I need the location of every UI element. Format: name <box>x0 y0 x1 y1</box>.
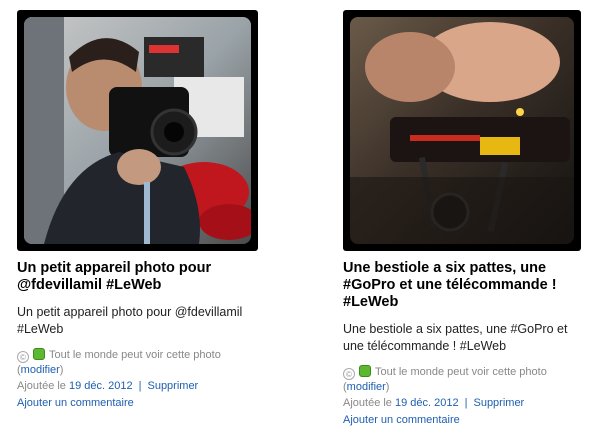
modify-permission-link[interactable]: modifier <box>347 381 386 393</box>
photo-card: Une bestiole a six pattes, une #GoPro et… <box>343 0 603 428</box>
added-label: Ajoutée le <box>343 397 392 409</box>
photo-card: Un petit appareil photo pour @fdevillami… <box>17 0 287 411</box>
creative-commons-icon[interactable]: © <box>343 368 355 380</box>
permission-text: Tout le monde peut voir cette photo <box>375 366 547 378</box>
date-link[interactable]: 19 déc. 2012 <box>69 380 133 392</box>
modify-permission-link[interactable]: modifier <box>21 364 60 376</box>
photo-image <box>24 17 251 244</box>
added-label: Ajoutée le <box>17 380 66 392</box>
photo-permission: © Tout le monde peut voir cette photo (mo… <box>343 365 547 393</box>
photo-title[interactable]: Une bestiole a six pattes, une #GoPro et… <box>343 260 583 311</box>
creative-commons-icon[interactable]: © <box>17 351 29 363</box>
permission-text: Tout le monde peut voir cette photo <box>49 349 221 361</box>
photo-description: Une bestiole a six pattes, une #GoPro et… <box>343 322 568 353</box>
separator: | <box>464 397 468 409</box>
public-green-square-icon <box>33 348 45 360</box>
photo-thumbnail-drone[interactable] <box>343 10 581 251</box>
add-comment-link[interactable]: Ajouter un commentaire <box>17 397 134 409</box>
photo-permission: © Tout le monde peut voir cette photo (mo… <box>17 348 221 376</box>
photo-meta: Ajoutée le 19 déc. 2012 | Supprimer <box>343 396 603 411</box>
photo-meta: Ajoutée le 19 déc. 2012 | Supprimer <box>17 379 287 394</box>
photo-title[interactable]: Un petit appareil photo pour @fdevillami… <box>17 260 257 294</box>
public-green-square-icon <box>359 365 371 377</box>
date-link[interactable]: 19 déc. 2012 <box>395 397 459 409</box>
delete-link[interactable]: Supprimer <box>473 397 524 409</box>
photo-description: Un petit appareil photo pour @fdevillami… <box>17 305 243 336</box>
photo-image <box>350 17 574 244</box>
add-comment-link[interactable]: Ajouter un commentaire <box>343 414 460 426</box>
delete-link[interactable]: Supprimer <box>147 380 198 392</box>
separator: | <box>138 380 142 392</box>
photo-thumbnail-photographer[interactable] <box>17 10 258 251</box>
